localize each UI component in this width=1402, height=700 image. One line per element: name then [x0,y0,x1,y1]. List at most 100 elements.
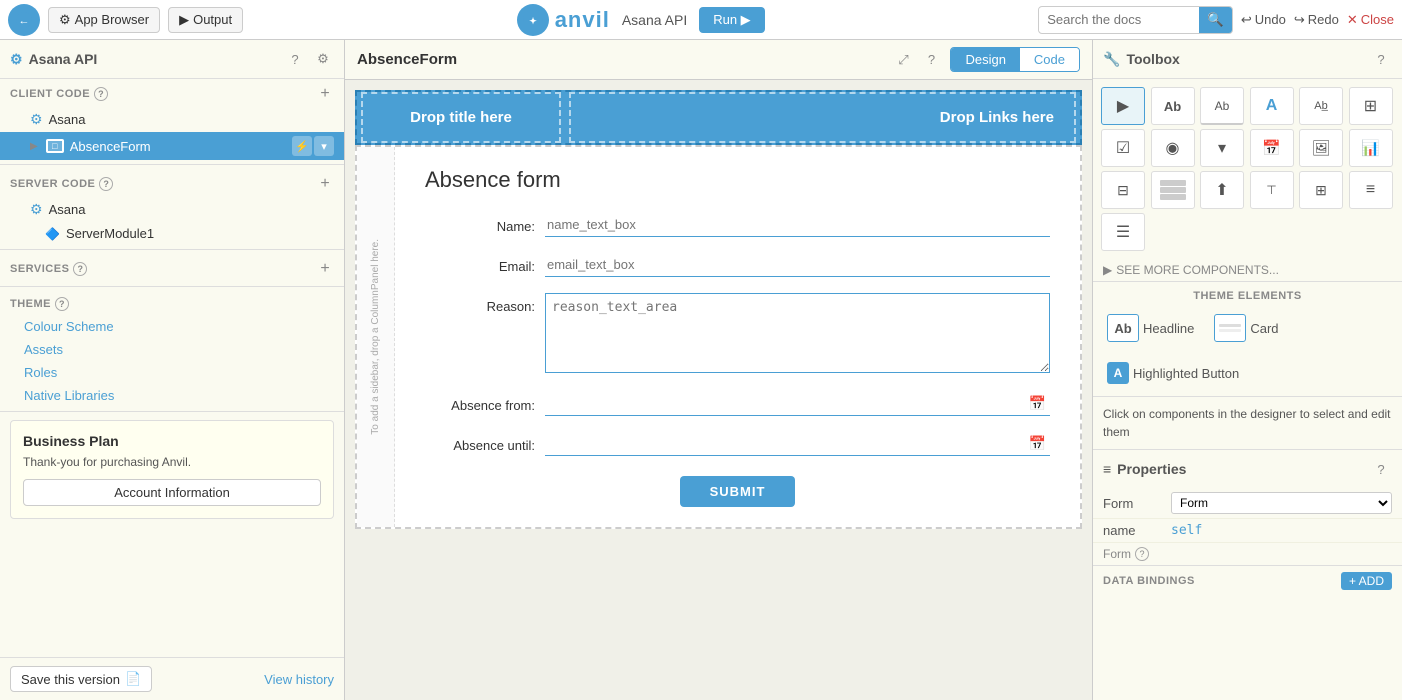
calendar-icon-from[interactable]: 📅 [1025,393,1050,414]
services-add-button[interactable]: + [316,260,334,278]
theme-colour-scheme[interactable]: Colour Scheme [0,315,344,338]
undo-button[interactable]: ↩ Undo [1241,12,1286,28]
module-icon: 🔷 [45,227,60,241]
absence-until-input[interactable] [545,432,1025,455]
absenceform-flash-button[interactable]: ⚡ [292,136,312,156]
search-button[interactable]: 🔍 [1199,7,1232,33]
chart-tool[interactable]: 📊 [1349,129,1393,167]
divider2 [0,249,344,250]
form-heading: Absence form [425,167,1050,193]
email-input[interactable] [545,253,1050,277]
form-type-select[interactable]: Form [1171,492,1392,514]
headline-element[interactable]: Ab Headline [1103,310,1198,346]
columns-tool[interactable]: ⊞ [1299,171,1343,209]
card-label: Card [1250,321,1278,336]
center-panel: AbsenceForm ⤢ ? Design Code Drop title h… [345,40,1092,700]
theme-assets[interactable]: Assets [0,338,344,361]
services-help[interactable]: ? [73,262,87,276]
design-code-tabs: Design Code [950,47,1080,72]
drop-title-zone[interactable]: Drop title here [361,92,561,143]
card-element[interactable]: Card [1210,310,1282,346]
server-service-icon: ⚙ [30,201,43,218]
text-box-tool[interactable]: Ab [1200,87,1244,125]
name-input[interactable] [545,213,1050,237]
theme-native-libraries[interactable]: Native Libraries [0,384,344,407]
spacer-tool[interactable]: ⊟ [1101,171,1145,209]
toolbox-wrench-icon: 🔧 [1103,51,1120,68]
client-asana-label: Asana [49,112,86,127]
datagrid-tool[interactable]: ⊞ [1349,87,1393,125]
save-icon: 📄 [125,671,141,687]
view-history-link[interactable]: View history [264,672,334,687]
save-version-button[interactable]: Save this version 📄 [10,666,152,692]
richtext-tool[interactable]: Ab̲ [1299,87,1343,125]
expand-icon[interactable]: ⤢ [892,49,914,71]
topbar-center: ✦ anvil Asana API Run ▶ [251,4,1030,36]
submit-button[interactable]: SUBMIT [680,476,796,507]
plan-description: Thank-you for purchasing Anvil. [23,455,321,469]
see-more-arrow: ▶ [1103,263,1112,277]
data-bindings-title: DATA BINDINGS [1103,575,1341,587]
label2-tool[interactable]: ⊤ [1250,171,1294,209]
server-code-help[interactable]: ? [99,177,113,191]
properties-help-button[interactable]: ? [1370,458,1392,480]
form-icon: □ [46,139,64,153]
redo-button[interactable]: ↪ Redo [1294,12,1339,28]
email-label: Email: [425,253,535,274]
label-tool[interactable]: Ab [1151,87,1195,125]
design-tab[interactable]: Design [951,48,1019,71]
close-button[interactable]: ✕ Close [1347,12,1394,28]
server-code-label: SERVER CODE [10,178,95,190]
theme-roles[interactable]: Roles [0,361,344,384]
service-icon: ⚙ [30,111,43,128]
reason-textarea[interactable] [545,293,1050,373]
search-box: 🔍 [1038,6,1233,34]
checkbox-tool[interactable]: ☑ [1101,129,1145,167]
close-icon: ✕ [1347,12,1358,28]
anvil-back-logo[interactable]: ← [8,4,40,36]
form-grid-tool[interactable] [1151,171,1195,209]
menu-tool[interactable]: ☰ [1101,213,1145,251]
dropdown-tool[interactable]: ▾ [1200,129,1244,167]
center-help-button[interactable]: ? [920,49,942,71]
client-code-help[interactable]: ? [94,87,108,101]
calendar-icon-until[interactable]: 📅 [1025,433,1050,454]
upload-tool[interactable]: ⬆ [1200,171,1244,209]
absenceform-menu-button[interactable]: ▾ [314,136,334,156]
run-button[interactable]: Run ▶ [699,7,764,33]
theme-help[interactable]: ? [55,297,69,311]
panel-settings-button[interactable]: ⚙ [312,48,334,70]
radio-tool[interactable]: ◉ [1151,129,1195,167]
data-bindings-add-button[interactable]: + ADD [1341,572,1392,590]
client-code-add-button[interactable]: + [316,85,334,103]
client-item-absenceform[interactable]: ▶ □ AbsenceForm ⚡ ▾ [0,132,344,160]
see-more-components[interactable]: ▶ SEE MORE COMPONENTS... [1093,259,1402,281]
datepicker-tool[interactable]: 📅 [1250,129,1294,167]
form-body-area: To add a sidebar, drop a ColumnPanel her… [355,145,1082,529]
server-item-asana[interactable]: ⚙ Asana [0,197,344,222]
left-panel-content: CLIENT CODE ? + ⚙ Asana ▶ □ AbsenceForm … [0,79,344,657]
server-item-servermodule[interactable]: 🔷 ServerModule1 [0,222,344,245]
highlighted-button-element[interactable]: A Highlighted Button [1103,358,1243,388]
sidebar-drop-zone[interactable]: To add a sidebar, drop a ColumnPanel her… [357,147,395,527]
subtitle-help[interactable]: ? [1135,547,1149,561]
heading-tool[interactable]: A [1250,87,1294,125]
server-code-add-button[interactable]: + [316,175,334,193]
name-prop-key: name [1103,523,1163,538]
toolbox-help-button[interactable]: ? [1370,48,1392,70]
image-tool[interactable]: 🖼 [1299,129,1343,167]
search-input[interactable] [1039,8,1199,31]
pointer-tool[interactable]: ▶ [1101,87,1145,125]
svg-text:✦: ✦ [529,16,537,26]
drop-links-zone[interactable]: Drop Links here [569,92,1076,143]
list-tool[interactable]: ≡ [1349,171,1393,209]
panel-help-button[interactable]: ? [284,48,306,70]
code-tab[interactable]: Code [1020,48,1079,71]
card-icon [1214,314,1246,342]
absence-from-input[interactable] [545,392,1025,415]
app-browser-button[interactable]: ⚙ App Browser [48,7,160,33]
client-item-asana[interactable]: ⚙ Asana [0,107,344,132]
output-button[interactable]: ▶ Output [168,7,243,33]
account-info-button[interactable]: Account Information [23,479,321,506]
app-browser-icon: ⚙ [59,12,71,28]
